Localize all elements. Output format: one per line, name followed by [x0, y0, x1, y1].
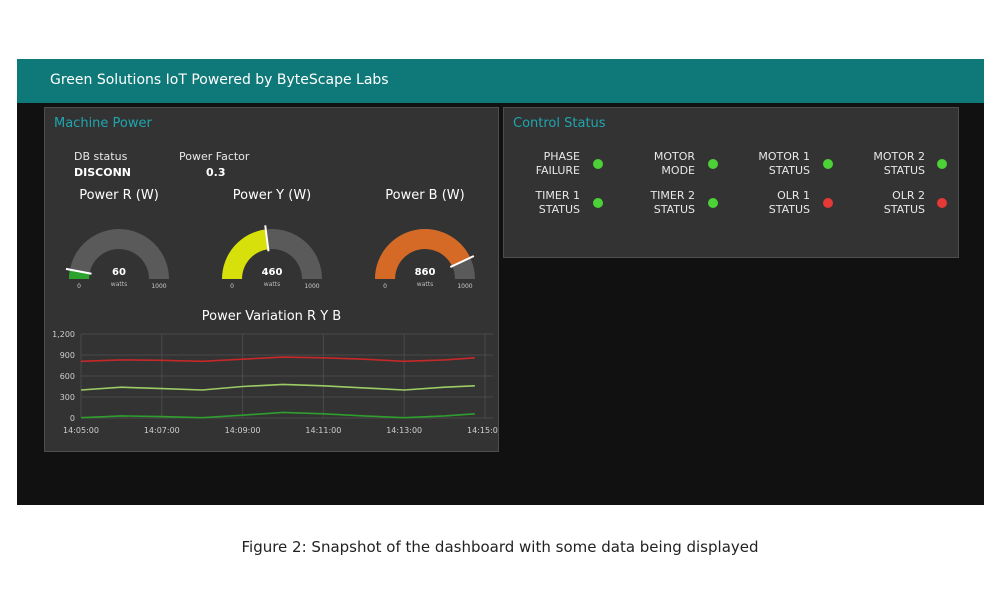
status-label-line1: OLR 1 — [777, 189, 810, 202]
gauge-units: watts — [264, 281, 280, 288]
db-status-value: DISCONN — [74, 166, 131, 179]
gauge-value: 860 — [415, 267, 436, 278]
app-title: Green Solutions IoT Powered by ByteScape… — [50, 72, 389, 88]
series-line-2 — [80, 411, 475, 419]
y-tick-label: 300 — [60, 393, 75, 402]
series-line-1 — [80, 383, 475, 391]
status-label-line1: MOTOR 2 — [873, 150, 925, 163]
status-label: PHASE FAILURE — [490, 150, 580, 178]
figure-caption: Figure 2: Snapshot of the dashboard with… — [241, 538, 759, 556]
status-label-line1: TIMER 2 — [650, 189, 695, 202]
y-tick-label: 0 — [70, 414, 75, 423]
gauge-units: watts — [111, 281, 127, 288]
status-led-icon — [708, 159, 718, 169]
gauge-b-title: Power B (W) — [385, 188, 465, 203]
status-led-icon — [708, 198, 718, 208]
gauge-min-label: 0 — [77, 283, 81, 290]
dashboard-window: Green Solutions IoT Powered by ByteScape… — [17, 59, 984, 505]
control-status-card: Control Status PHASE FAILURE MOTOR MODE MOTO… — [503, 107, 959, 258]
status-label-line1: OLR 2 — [892, 189, 925, 202]
gauge-value: 60 — [112, 267, 126, 278]
status-led-icon — [593, 159, 603, 169]
top-bar: Green Solutions IoT Powered by ByteScape… — [17, 59, 984, 103]
status-label-line1: MOTOR — [653, 150, 695, 163]
power-factor-label: Power Factor — [179, 150, 250, 163]
status-label-line2: STATUS — [768, 203, 810, 216]
y-tick-label: 900 — [60, 351, 75, 360]
status-label-line2: STATUS — [538, 203, 580, 216]
gauge-r: 60 watts 0 1000 — [65, 229, 169, 290]
y-tick-label: 600 — [60, 372, 75, 381]
machine-power-title: Machine Power — [54, 116, 152, 131]
gauge-y: 460 watts 0 1000 — [222, 225, 322, 290]
status-label-line2: FAILURE — [535, 164, 580, 177]
status-label-line2: STATUS — [883, 164, 925, 177]
status-led-icon — [593, 198, 603, 208]
status-label-line1: MOTOR 1 — [758, 150, 810, 163]
status-label: MOTOR MODE — [605, 150, 695, 178]
status-label-line2: STATUS — [883, 203, 925, 216]
x-tick-label: 14:11:00 — [305, 426, 341, 435]
control-status-title: Control Status — [513, 116, 606, 131]
gauge-max-label: 1000 — [457, 283, 472, 290]
power-factor-value: 0.3 — [206, 166, 226, 179]
status-label-line1: TIMER 1 — [535, 189, 580, 202]
status-label: TIMER 1 STATUS — [490, 189, 580, 217]
db-status-label: DB status — [74, 150, 128, 163]
series-line-0 — [80, 356, 475, 363]
gauge-max-label: 1000 — [151, 283, 166, 290]
status-label: OLR 1 STATUS — [720, 189, 810, 217]
y-tick-label: 1,200 — [52, 330, 75, 339]
gauge-value: 460 — [262, 267, 283, 278]
gauge-b: 860 watts 0 1000 — [375, 229, 475, 290]
x-tick-label: 14:05:00 — [63, 426, 99, 435]
status-label-line2: STATUS — [768, 164, 810, 177]
power-variation-chart: 0 300 600 900 1,200 14:05:00 14:07:00 14:09:00 1… — [52, 330, 498, 435]
x-tick-label: 14:09:00 — [225, 426, 261, 435]
gauge-min-label: 0 — [383, 283, 387, 290]
status-label-line2: STATUS — [653, 203, 695, 216]
x-tick-label: 14:13:00 — [386, 426, 422, 435]
chart-title: Power Variation R Y B — [201, 309, 342, 324]
status-led-icon — [937, 159, 947, 169]
machine-power-card: Machine Power DB status DISCONN Power Fa… — [44, 107, 499, 452]
x-tick-label: 14:07:00 — [144, 426, 180, 435]
gauge-min-label: 0 — [230, 283, 234, 290]
status-label: MOTOR 1 STATUS — [720, 150, 810, 178]
gauge-units: watts — [417, 281, 433, 288]
status-label-line2: MODE — [661, 164, 695, 177]
x-tick-label: 14:15:00 — [467, 426, 498, 435]
status-label: OLR 2 STATUS — [835, 189, 925, 217]
gauge-max-label: 1000 — [304, 283, 319, 290]
status-label: TIMER 2 STATUS — [605, 189, 695, 217]
status-led-icon — [823, 198, 833, 208]
status-led-icon — [823, 159, 833, 169]
gauge-y-title: Power Y (W) — [232, 188, 312, 203]
status-led-icon — [937, 198, 947, 208]
status-label-line1: PHASE — [543, 150, 580, 163]
gauge-r-title: Power R (W) — [79, 188, 159, 203]
status-label: MOTOR 2 STATUS — [835, 150, 925, 178]
